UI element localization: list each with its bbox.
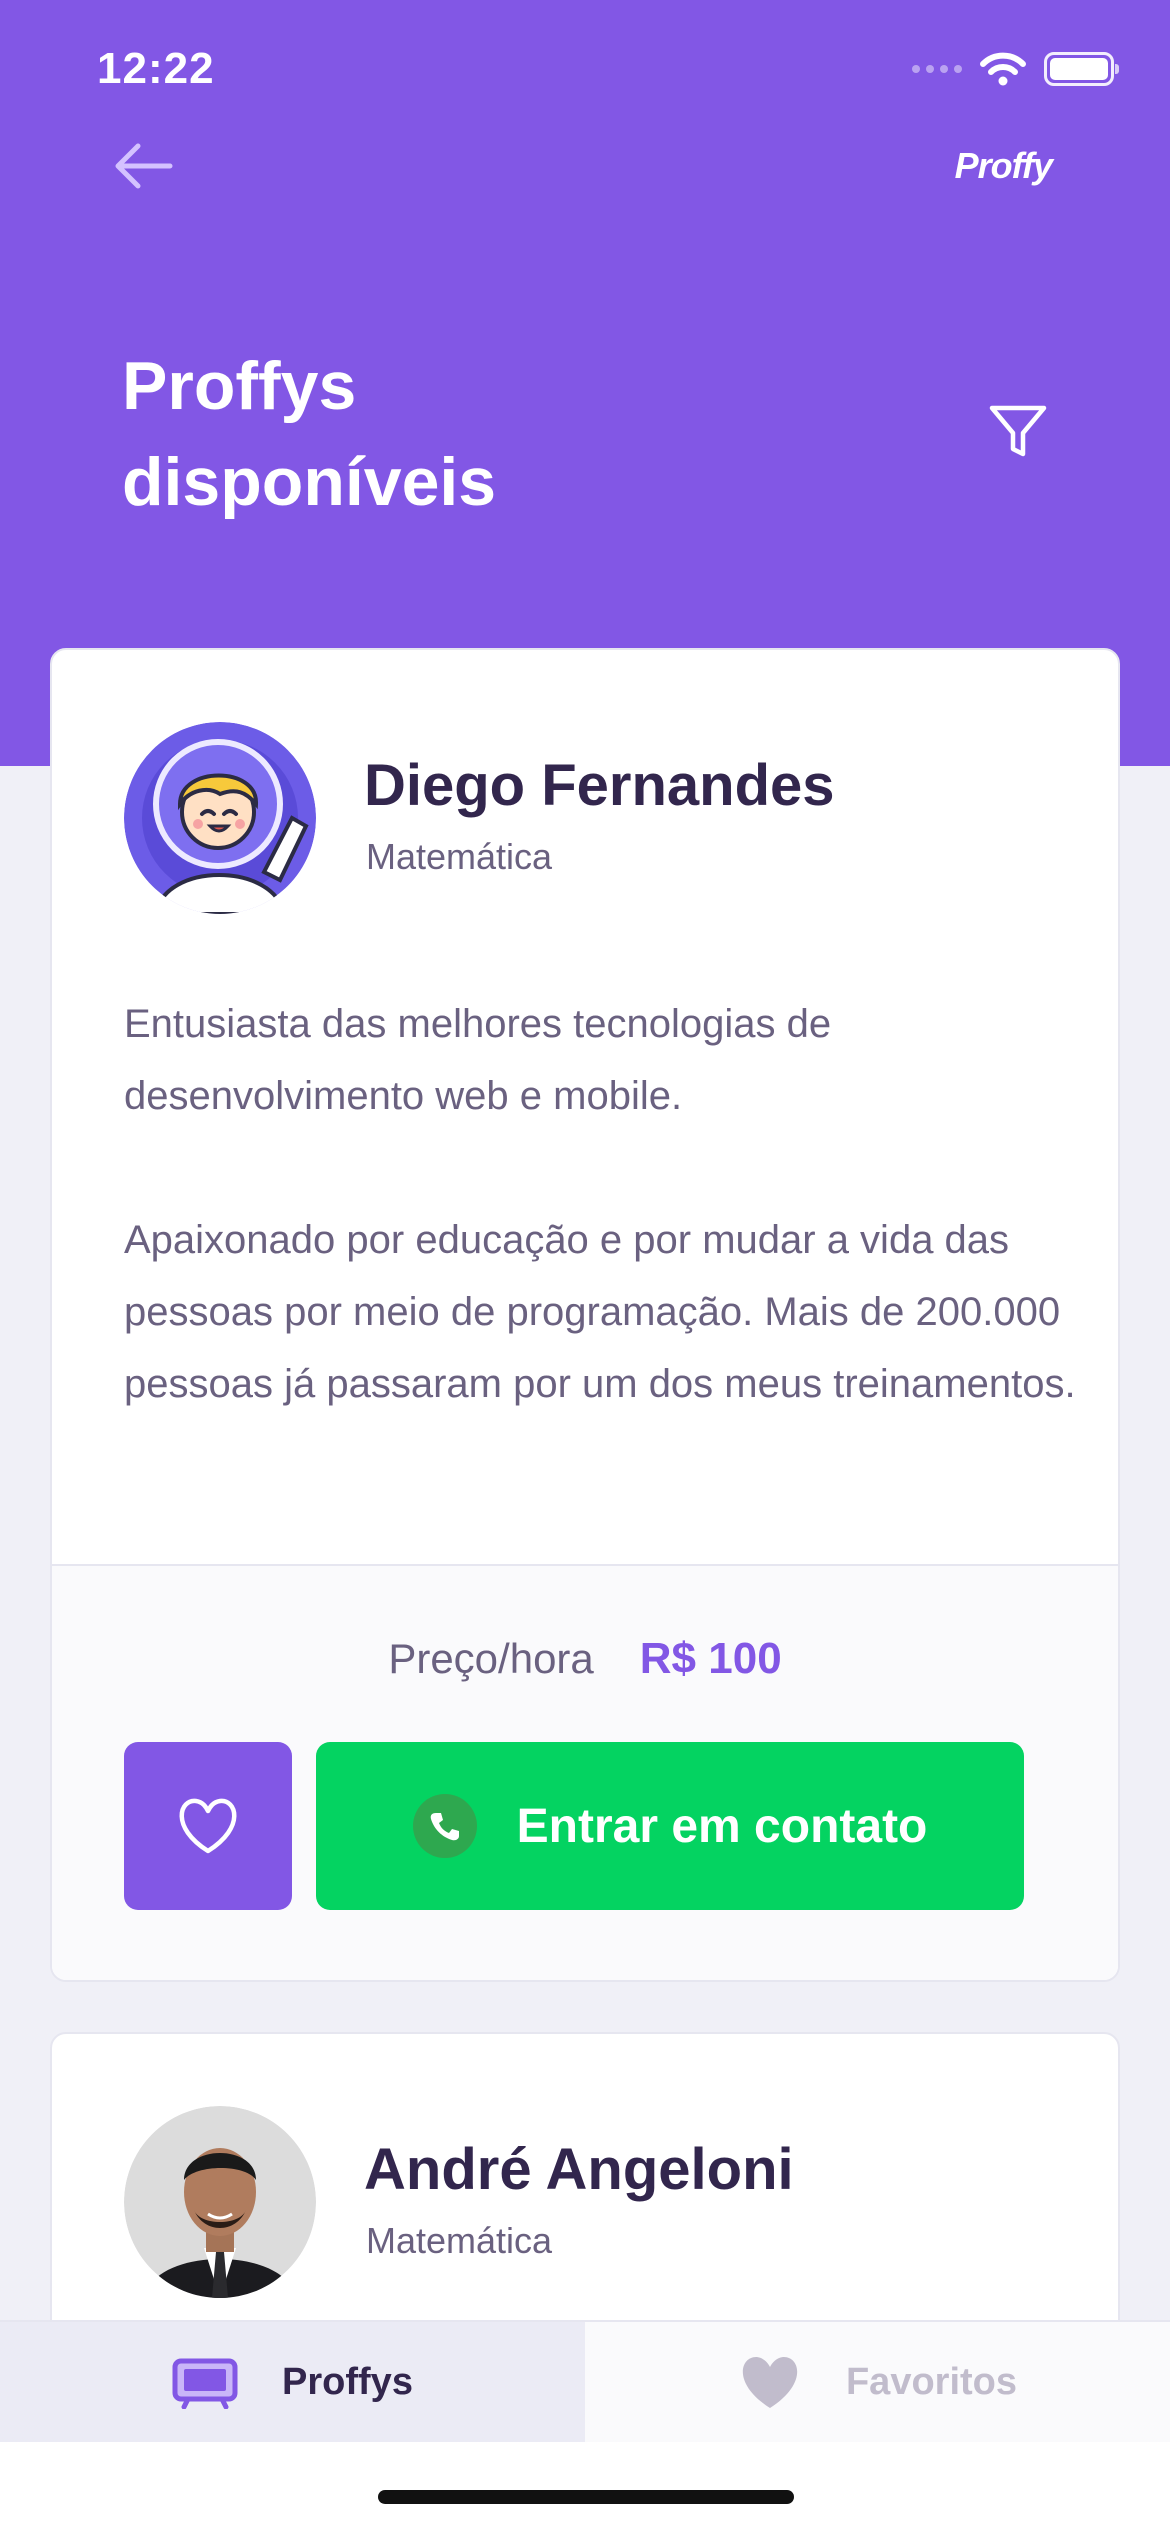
home-indicator[interactable] bbox=[378, 2490, 794, 2504]
wifi-icon bbox=[980, 52, 1026, 86]
tab-favoritos[interactable]: Favoritos bbox=[585, 2322, 1170, 2442]
tab-label: Proffys bbox=[282, 2360, 413, 2403]
avatar bbox=[124, 2106, 316, 2298]
heart-outline-icon bbox=[179, 1798, 237, 1854]
teacher-bio: Entusiasta das melhores tecnologias de d… bbox=[124, 988, 1084, 1420]
whatsapp-icon bbox=[412, 1794, 477, 1858]
contact-button[interactable]: Entrar em contato bbox=[316, 1742, 1024, 1910]
filter-icon bbox=[989, 405, 1047, 457]
avatar bbox=[124, 722, 316, 914]
tab-proffys[interactable]: Proffys bbox=[0, 2322, 585, 2442]
teacher-card: Diego Fernandes Matemática Entusiasta da… bbox=[50, 648, 1120, 1982]
person-photo bbox=[124, 2106, 316, 2298]
bio-paragraph: Apaixonado por educação e por mudar a vi… bbox=[124, 1218, 1076, 1406]
status-icons bbox=[912, 52, 1119, 86]
cellular-signal-icon bbox=[912, 65, 962, 73]
teacher-name: André Angeloni bbox=[364, 2137, 794, 2202]
page-title-line-2: disponíveis bbox=[122, 444, 497, 520]
status-time: 12:22 bbox=[97, 44, 215, 93]
brand-logo: Proffy bbox=[954, 145, 1053, 186]
tv-icon bbox=[172, 2358, 238, 2409]
teacher-subject: Matemática bbox=[366, 2220, 553, 2261]
astronaut-avatar-illustration bbox=[124, 722, 316, 914]
heart-icon bbox=[742, 2356, 798, 2408]
card-footer: Preço/hora R$ 100 Entrar em contato bbox=[52, 1564, 1118, 1980]
bio-paragraph: Entusiasta das melhores tecnologias de d… bbox=[124, 1002, 832, 1118]
price-label: Preço/hora bbox=[388, 1635, 594, 1682]
teacher-name: Diego Fernandes bbox=[364, 753, 835, 818]
favorite-button[interactable] bbox=[124, 1742, 292, 1910]
home-indicator-area bbox=[0, 2442, 1170, 2532]
page-title: Proffys disponíveis bbox=[122, 338, 642, 530]
price-value: R$ 100 bbox=[639, 1634, 782, 1683]
contact-button-label: Entrar em contato bbox=[516, 1799, 928, 1853]
page-title-line-1: Proffys bbox=[122, 348, 357, 424]
filter-button[interactable] bbox=[986, 400, 1050, 464]
price-row: Preço/hora R$ 100 bbox=[52, 1634, 1118, 1684]
battery-icon bbox=[1044, 52, 1119, 86]
teacher-subject: Matemática bbox=[366, 836, 553, 877]
arrow-left-icon bbox=[115, 143, 173, 189]
tab-bar: Proffys Favoritos bbox=[0, 2320, 1170, 2442]
tab-label: Favoritos bbox=[845, 2360, 1018, 2403]
back-button[interactable] bbox=[112, 140, 176, 192]
